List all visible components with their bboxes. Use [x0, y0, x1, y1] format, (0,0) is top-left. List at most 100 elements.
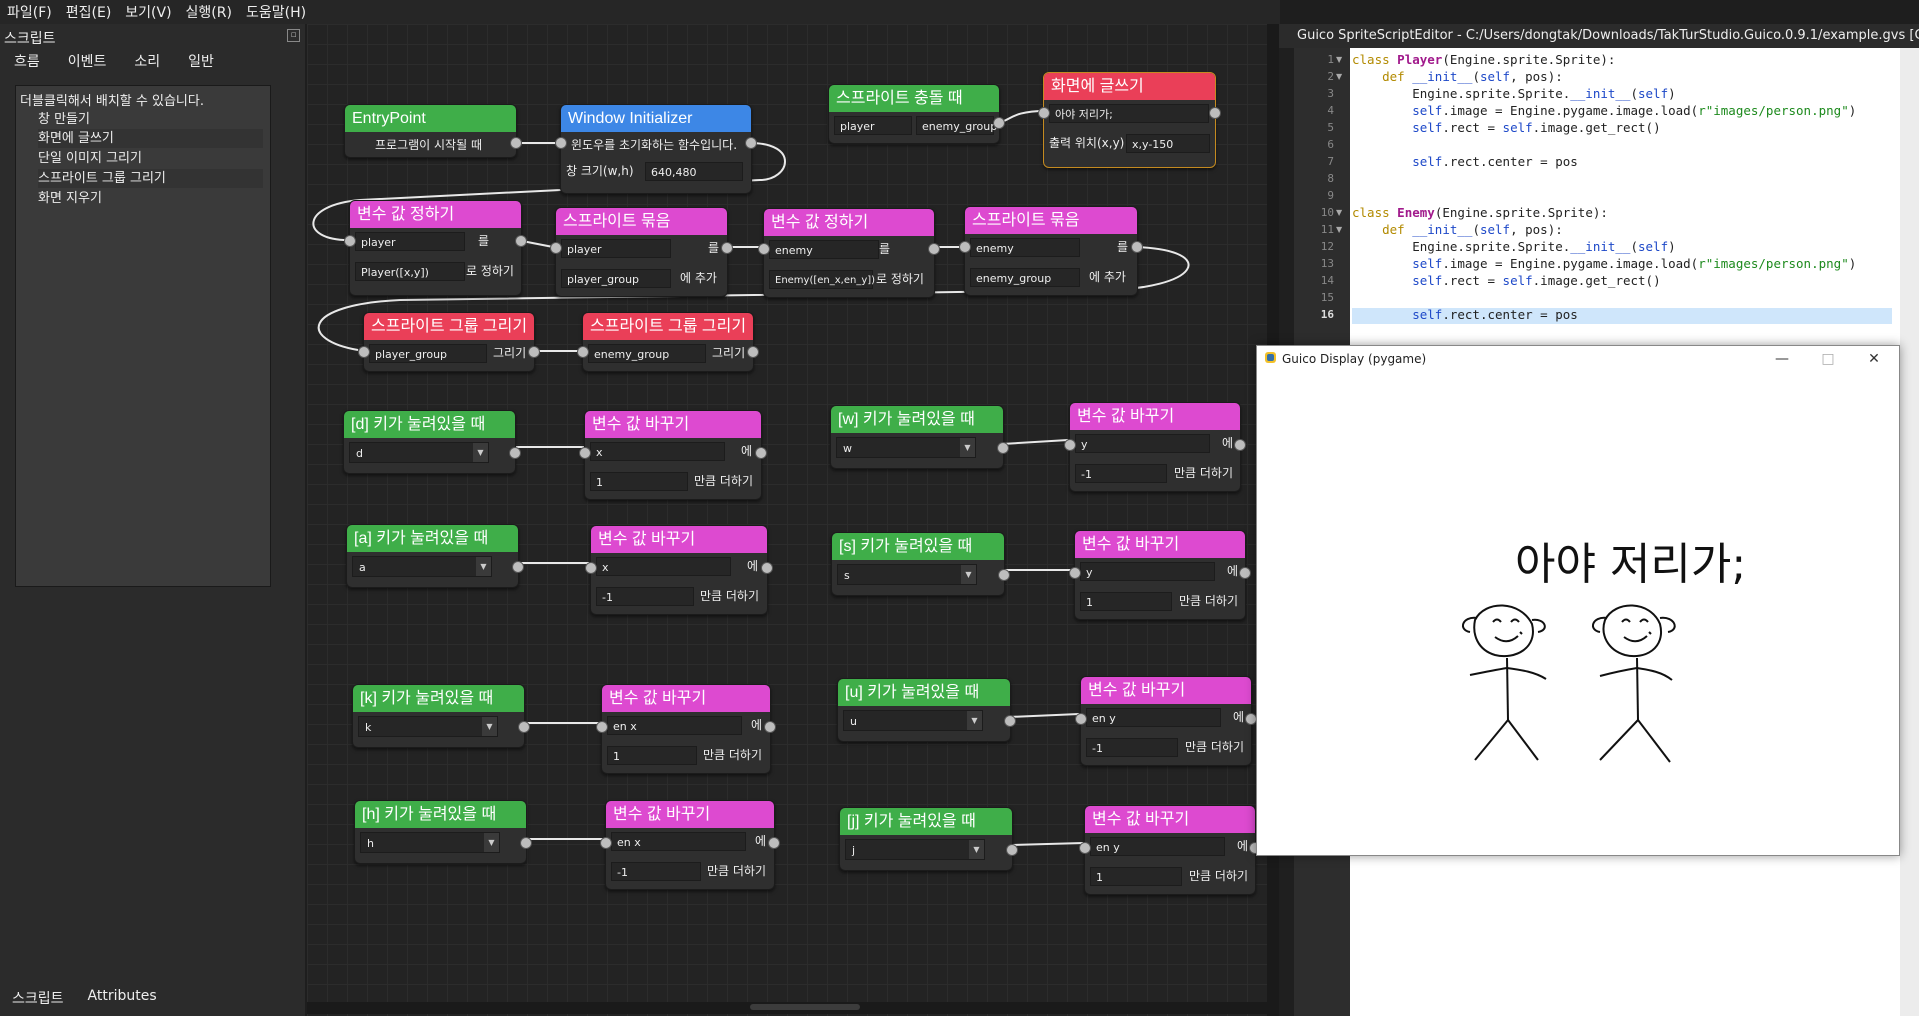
output-port[interactable] [520, 837, 532, 849]
output-port[interactable] [1131, 241, 1143, 253]
value-input[interactable]: Enemy([en_x,en_y]) [769, 270, 875, 289]
amount-input[interactable]: -1 [596, 587, 694, 606]
output-port[interactable] [745, 137, 757, 149]
node-write-text[interactable]: 화면에 글쓰기 아야 저리가; 출력 위치(x,y) x,y-150 [1038, 72, 1221, 168]
sprite-group-input[interactable]: enemy_group [916, 116, 997, 135]
output-port[interactable] [747, 346, 759, 358]
input-port[interactable] [585, 562, 597, 574]
node-change-variable[interactable]: 변수 값 바꾸기 x 에 -1 만큼 더하기 [585, 525, 773, 615]
variable-input[interactable]: enemy [769, 240, 879, 259]
list-item[interactable]: 단일 이미지 그리기 [38, 149, 263, 168]
amount-input[interactable]: 1 [590, 472, 688, 491]
amount-input[interactable]: 1 [607, 746, 697, 765]
input-port[interactable] [959, 241, 971, 253]
node-change-variable[interactable]: 변수 값 바꾸기 y에 -1 만큼 더하기 [1064, 402, 1246, 492]
node-key-pressed[interactable]: [d] 키가 눌려있을 때 d ▼ [343, 410, 521, 474]
sprite-input[interactable]: enemy [970, 238, 1080, 257]
key-select[interactable]: k ▼ [358, 716, 498, 737]
node-change-variable[interactable]: 변수 값 바꾸기 en y 에 -1 만큼 더하기 [1075, 676, 1257, 766]
output-port[interactable] [1004, 715, 1016, 727]
list-item[interactable]: 스프라이트 그룹 그리기 [38, 169, 263, 188]
output-port[interactable] [1239, 567, 1251, 579]
variable-input[interactable]: x [590, 442, 725, 461]
maximize-button[interactable]: □ [1805, 346, 1851, 372]
key-select[interactable]: d ▼ [349, 442, 489, 463]
variable-input[interactable]: x [596, 557, 731, 576]
node-change-variable[interactable]: 변수 값 바꾸기 x 에 1 만큼 더하기 [579, 410, 767, 500]
editor-vertical-scrollbar[interactable] [1900, 48, 1919, 1016]
group-input[interactable]: player_group [369, 344, 487, 363]
node-change-variable[interactable]: 변수 값 바꾸기 y에 1 만큼 더하기 [1069, 530, 1251, 620]
input-port[interactable] [1069, 567, 1081, 579]
input-port[interactable] [600, 837, 612, 849]
output-port[interactable] [998, 569, 1010, 581]
input-port[interactable] [758, 243, 770, 255]
node-key-pressed[interactable]: [u] 키가 눌려있을 때 u ▼ [837, 678, 1016, 742]
node-window-initializer[interactable]: Window Initializer 윈도우를 초기화하는 함수입니다. 창 크… [555, 104, 757, 194]
text-input[interactable]: 아야 저리가; [1049, 104, 1209, 123]
output-port[interactable] [764, 721, 776, 733]
tab-sound[interactable]: 소리 [120, 50, 174, 74]
input-port[interactable] [550, 242, 562, 254]
output-port[interactable] [997, 442, 1009, 454]
output-port[interactable] [768, 837, 780, 849]
node-entrypoint[interactable]: EntryPoint 프로그램이 시작될 때 [344, 104, 522, 158]
input-port[interactable] [579, 447, 591, 459]
key-select[interactable]: a ▼ [352, 556, 492, 577]
tab-attributes[interactable]: Attributes [76, 988, 169, 1008]
value-input[interactable]: Player([x,y]) [355, 262, 465, 281]
window-size-input[interactable]: 640,480 [645, 162, 743, 181]
input-port[interactable] [577, 346, 589, 358]
node-change-variable[interactable]: 변수 값 바꾸기 en x 에 1 만큼 더하기 [596, 684, 776, 774]
variable-input[interactable]: en x [611, 832, 746, 851]
menu-help[interactable]: 도움말(H) [239, 2, 313, 22]
output-port[interactable] [721, 242, 733, 254]
menu-file[interactable]: 파일(F) [0, 2, 59, 22]
key-select[interactable]: h ▼ [360, 832, 500, 853]
input-port[interactable] [1064, 439, 1076, 451]
fold-icon[interactable]: ▼ [1336, 55, 1342, 64]
group-input[interactable]: player_group [561, 269, 671, 288]
node-set-variable[interactable]: 변수 값 정하기 enemy 를 Enemy([en_x,en_y]) 로 정하기 [758, 208, 940, 298]
output-port[interactable] [518, 721, 530, 733]
node-set-variable[interactable]: 변수 값 정하기 player 를 Player([x,y]) 로 정하기 [344, 200, 527, 296]
input-port[interactable] [1038, 107, 1050, 119]
variable-input[interactable]: en y [1086, 708, 1221, 727]
minimize-button[interactable]: — [1759, 346, 1805, 372]
node-key-pressed[interactable]: [j] 키가 눌려있을 때 j ▼ [839, 807, 1018, 871]
node-draw-sprite-group[interactable]: 스프라이트 그룹 그리기 player_group 그리기 [358, 312, 540, 372]
node-change-variable[interactable]: 변수 값 바꾸기 en x 에 -1 만큼 더하기 [600, 800, 780, 890]
output-port[interactable] [1234, 439, 1246, 451]
list-item[interactable]: 화면에 글쓰기 [38, 129, 263, 148]
node-key-pressed[interactable]: [s] 키가 눌려있을 때 s ▼ [831, 532, 1010, 596]
node-key-pressed[interactable]: [h] 키가 눌려있을 때 h ▼ [354, 800, 532, 864]
variable-input[interactable]: player [355, 232, 465, 251]
fold-icon[interactable]: ▼ [1336, 72, 1342, 81]
variable-input[interactable]: en y [1090, 837, 1225, 856]
node-sprite-collision[interactable]: 스프라이트 충돌 때 player enemy_group [828, 84, 1005, 144]
sprite-a-input[interactable]: player [834, 116, 912, 135]
close-button[interactable]: ✕ [1851, 346, 1897, 372]
output-port[interactable] [1006, 844, 1018, 856]
key-select[interactable]: u ▼ [843, 710, 983, 731]
menu-run[interactable]: 실행(R) [179, 2, 239, 22]
node-sprite-group[interactable]: 스프라이트 묶음 player 를 player_group 에 추가 [550, 207, 733, 297]
tab-script[interactable]: 스크립트 [0, 988, 76, 1008]
list-item[interactable]: 창 만들기 [38, 110, 263, 129]
output-port[interactable] [512, 561, 524, 573]
output-port[interactable] [510, 137, 522, 149]
amount-input[interactable]: 1 [1090, 867, 1182, 886]
input-port[interactable] [1075, 713, 1087, 725]
amount-input[interactable]: 1 [1080, 592, 1172, 611]
position-input[interactable]: x,y-150 [1126, 134, 1210, 153]
fold-icon[interactable]: ▼ [1336, 208, 1342, 217]
tab-event[interactable]: 이벤트 [54, 50, 121, 74]
variable-input[interactable]: en x [607, 716, 742, 735]
amount-input[interactable]: -1 [611, 862, 701, 881]
menu-view[interactable]: 보기(V) [118, 2, 178, 22]
input-port[interactable] [358, 346, 370, 358]
variable-input[interactable]: y [1080, 562, 1215, 581]
key-select[interactable]: w ▼ [836, 437, 976, 458]
output-port[interactable] [928, 243, 940, 255]
canvas-scroll-thumb[interactable] [750, 1004, 860, 1010]
